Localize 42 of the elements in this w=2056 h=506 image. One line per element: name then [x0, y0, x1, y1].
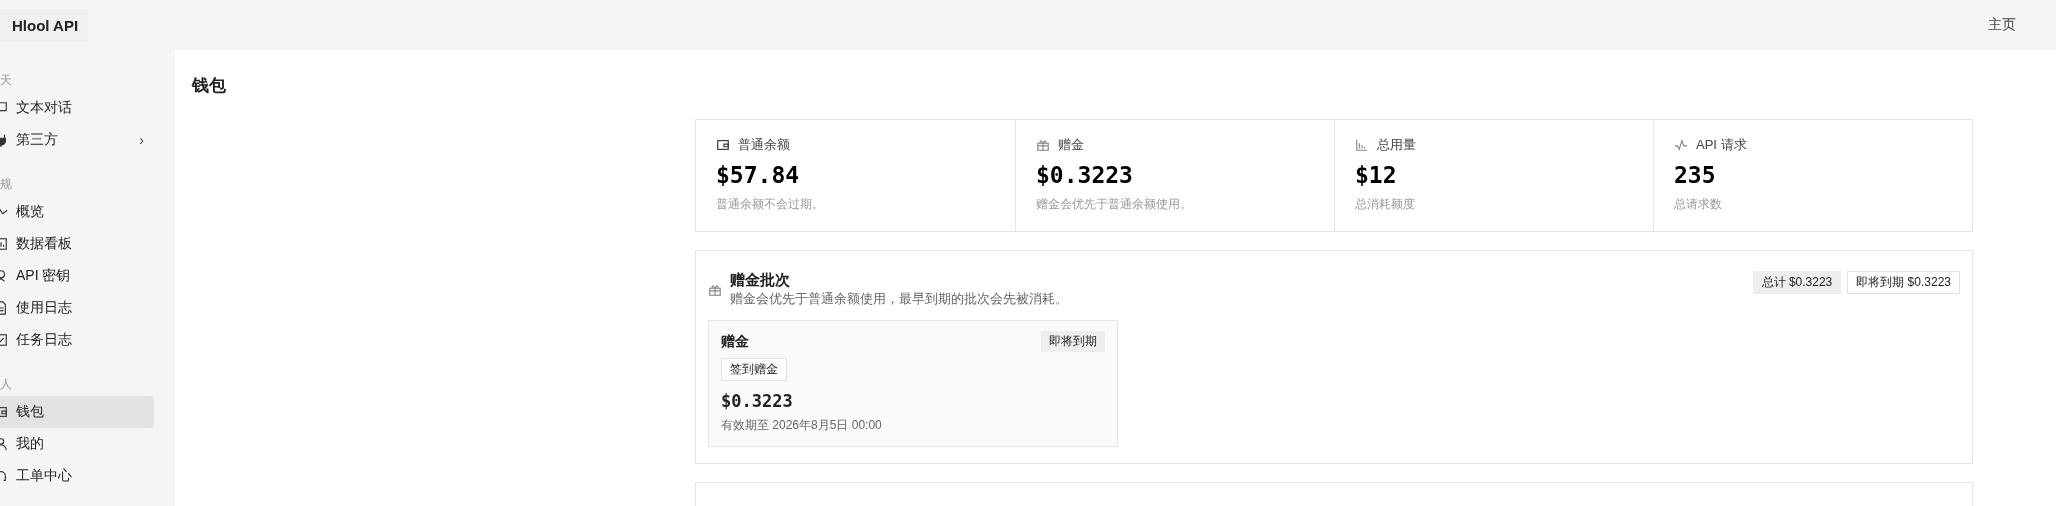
- stat-value: $0.3223: [1036, 162, 1134, 188]
- stat-label: API 请求: [1696, 136, 1747, 154]
- sidebar-section-title: 人: [0, 376, 13, 393]
- summary-tag: 即将到期 $0.3223: [1847, 271, 1960, 294]
- summary-tag: 总计 $0.3223: [1752, 271, 1842, 294]
- stat-label: 总用量: [1377, 136, 1416, 154]
- nav-link[interactable]: 主页: [1988, 16, 2016, 34]
- sidebar-item[interactable]: 数据看板: [0, 228, 154, 260]
- stat-label: 普通余额: [738, 136, 790, 154]
- gift-icon: [1036, 138, 1050, 152]
- stat-value: 235: [1674, 162, 1717, 188]
- stat-value: $57.84: [716, 162, 801, 188]
- stat-note: 总消耗额度: [1355, 196, 1416, 213]
- gift-icon: [708, 282, 722, 297]
- status-tag: 即将到期: [1041, 331, 1105, 352]
- sidebar-item[interactable]: 工单中心: [0, 460, 154, 492]
- sidebar-item[interactable]: 我的: [0, 428, 154, 460]
- pulse-icon: [1674, 138, 1688, 152]
- wallet-icon: [716, 138, 730, 152]
- card-description: 赠金会优先于普通余额使用，最早到期的批次会先被消耗。: [730, 290, 1068, 308]
- sidebar-section-title: 天: [0, 72, 13, 89]
- stat-label: 赠金: [1058, 136, 1084, 154]
- bar-chart-icon: [1355, 138, 1369, 152]
- sidebar-item[interactable]: 文本对话: [0, 92, 154, 124]
- sidebar-item[interactable]: 第三方 ›: [0, 124, 154, 156]
- stat-note: 普通余额不会过期。: [716, 196, 825, 213]
- expiry-text: 有效期至 2026年8月5日 00:00: [721, 417, 883, 434]
- sidebar-item[interactable]: API 密钥: [0, 260, 154, 292]
- sidebar-item[interactable]: 钱包: [0, 396, 154, 428]
- card-title: 赠金批次: [730, 271, 791, 290]
- stat-value: $12: [1355, 162, 1398, 188]
- stat-note: 总请求数: [1674, 196, 1723, 213]
- sidebar-item[interactable]: 任务日志: [0, 324, 154, 356]
- sidebar-item[interactable]: 使用日志: [0, 292, 154, 324]
- batch-amount: $0.3223: [721, 391, 794, 411]
- page-title: 钱包: [192, 75, 227, 97]
- batch-title: 赠金: [721, 332, 749, 351]
- source-tag: 签到赠金: [721, 358, 787, 381]
- app-logo[interactable]: Hlool API: [0, 8, 89, 42]
- sidebar-item[interactable]: 概览: [0, 196, 154, 228]
- stat-note: 赠金会优先于普通余额使用。: [1036, 196, 1193, 213]
- sidebar-section-title: 规: [0, 176, 13, 193]
